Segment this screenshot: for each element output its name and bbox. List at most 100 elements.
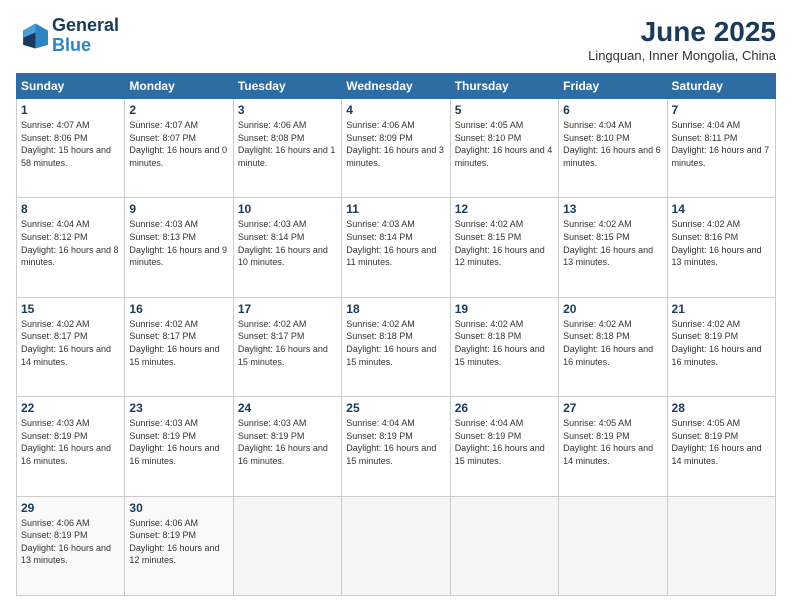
day-number: 10 [238, 202, 337, 216]
day-info: Sunrise: 4:02 AMSunset: 8:15 PMDaylight:… [563, 218, 662, 268]
day-number: 8 [21, 202, 120, 216]
day-cell-1: 1Sunrise: 4:07 AMSunset: 8:06 PMDaylight… [17, 99, 125, 198]
day-info: Sunrise: 4:02 AMSunset: 8:18 PMDaylight:… [563, 318, 662, 368]
day-info: Sunrise: 4:03 AMSunset: 8:19 PMDaylight:… [238, 417, 337, 467]
day-info: Sunrise: 4:02 AMSunset: 8:17 PMDaylight:… [21, 318, 120, 368]
day-number: 18 [346, 302, 445, 316]
week-row-4: 22 Sunrise: 4:03 AMSunset: 8:19 PMDayligh… [17, 397, 776, 496]
day-info: Sunrise: 4:02 AMSunset: 8:16 PMDaylight:… [672, 218, 771, 268]
day-number: 30 [129, 501, 228, 515]
day-cell-6: 6Sunrise: 4:04 AMSunset: 8:10 PMDaylight… [559, 99, 667, 198]
day-number: 27 [563, 401, 662, 415]
day-info: Sunrise: 4:05 AMSunset: 8:19 PMDaylight:… [563, 417, 662, 467]
day-cell-17: 17 Sunrise: 4:02 AMSunset: 8:17 PMDayligh… [233, 297, 341, 396]
day-info: Sunrise: 4:03 AMSunset: 8:14 PMDaylight:… [346, 218, 445, 268]
day-cell-23: 23Sunrise: 4:03 AMSunset: 8:19 PMDayligh… [125, 397, 233, 496]
day-number: 5 [455, 103, 554, 117]
day-number: 25 [346, 401, 445, 415]
day-info: Sunrise: 4:02 AMSunset: 8:19 PMDaylight:… [672, 318, 771, 368]
day-number: 15 [21, 302, 120, 316]
title-block: June 2025 Lingquan, Inner Mongolia, Chin… [588, 16, 776, 63]
day-cell-22: 22 Sunrise: 4:03 AMSunset: 8:19 PMDayligh… [17, 397, 125, 496]
day-info: Sunrise: 4:05 AMSunset: 8:19 PMDaylight:… [672, 417, 771, 467]
day-cell-29: 29 Sunrise: 4:06 AMSunset: 8:19 PMDayligh… [17, 496, 125, 595]
day-info: Sunrise: 4:07 AMSunset: 8:07 PMDaylight:… [129, 119, 228, 169]
day-cell-3: 3 Sunrise: 4:06 AMSunset: 8:08 PMDaylight… [233, 99, 341, 198]
day-cell-21: 21 Sunrise: 4:02 AMSunset: 8:19 PMDayligh… [667, 297, 775, 396]
day-number: 26 [455, 401, 554, 415]
empty-cell [450, 496, 558, 595]
day-info: Sunrise: 4:02 AMSunset: 8:17 PMDaylight:… [129, 318, 228, 368]
empty-cell [233, 496, 341, 595]
calendar-table: SundayMondayTuesdayWednesdayThursdayFrid… [16, 73, 776, 596]
day-number: 22 [21, 401, 120, 415]
day-cell-16: 16Sunrise: 4:02 AMSunset: 8:17 PMDayligh… [125, 297, 233, 396]
col-header-saturday: Saturday [667, 74, 775, 99]
day-cell-10: 10Sunrise: 4:03 AMSunset: 8:14 PMDayligh… [233, 198, 341, 297]
location-subtitle: Lingquan, Inner Mongolia, China [588, 48, 776, 63]
day-info: Sunrise: 4:03 AMSunset: 8:19 PMDaylight:… [129, 417, 228, 467]
day-number: 12 [455, 202, 554, 216]
day-cell-14: 14 Sunrise: 4:02 AMSunset: 8:16 PMDayligh… [667, 198, 775, 297]
day-number: 17 [238, 302, 337, 316]
empty-cell [559, 496, 667, 595]
day-info: Sunrise: 4:06 AMSunset: 8:19 PMDaylight:… [129, 517, 228, 567]
day-cell-5: 5 Sunrise: 4:05 AMSunset: 8:10 PMDaylight… [450, 99, 558, 198]
day-info: Sunrise: 4:04 AMSunset: 8:12 PMDaylight:… [21, 218, 120, 268]
day-cell-24: 24 Sunrise: 4:03 AMSunset: 8:19 PMDayligh… [233, 397, 341, 496]
day-info: Sunrise: 4:06 AMSunset: 8:08 PMDaylight:… [238, 119, 337, 169]
col-header-thursday: Thursday [450, 74, 558, 99]
day-info: Sunrise: 4:02 AMSunset: 8:15 PMDaylight:… [455, 218, 554, 268]
day-info: Sunrise: 4:02 AMSunset: 8:18 PMDaylight:… [455, 318, 554, 368]
day-info: Sunrise: 4:03 AMSunset: 8:13 PMDaylight:… [129, 218, 228, 268]
day-info: Sunrise: 4:06 AMSunset: 8:19 PMDaylight:… [21, 517, 120, 567]
day-number: 24 [238, 401, 337, 415]
day-number: 7 [672, 103, 771, 117]
day-number: 11 [346, 202, 445, 216]
day-info: Sunrise: 4:03 AMSunset: 8:19 PMDaylight:… [21, 417, 120, 467]
col-header-wednesday: Wednesday [342, 74, 450, 99]
day-number: 19 [455, 302, 554, 316]
page: General Blue June 2025 Lingquan, Inner M… [0, 0, 792, 612]
day-cell-25: 25 Sunrise: 4:04 AMSunset: 8:19 PMDayligh… [342, 397, 450, 496]
logo-text: General Blue [52, 16, 119, 56]
day-info: Sunrise: 4:06 AMSunset: 8:09 PMDaylight:… [346, 119, 445, 169]
day-info: Sunrise: 4:04 AMSunset: 8:19 PMDaylight:… [346, 417, 445, 467]
day-number: 6 [563, 103, 662, 117]
col-header-monday: Monday [125, 74, 233, 99]
day-number: 3 [238, 103, 337, 117]
day-number: 29 [21, 501, 120, 515]
day-cell-12: 12 Sunrise: 4:02 AMSunset: 8:15 PMDayligh… [450, 198, 558, 297]
col-header-friday: Friday [559, 74, 667, 99]
day-number: 14 [672, 202, 771, 216]
day-cell-4: 4 Sunrise: 4:06 AMSunset: 8:09 PMDaylight… [342, 99, 450, 198]
logo-icon [16, 20, 48, 52]
week-row-5: 29 Sunrise: 4:06 AMSunset: 8:19 PMDayligh… [17, 496, 776, 595]
month-title: June 2025 [588, 16, 776, 48]
day-cell-15: 15 Sunrise: 4:02 AMSunset: 8:17 PMDayligh… [17, 297, 125, 396]
day-number: 13 [563, 202, 662, 216]
day-info: Sunrise: 4:02 AMSunset: 8:17 PMDaylight:… [238, 318, 337, 368]
day-cell-9: 9 Sunrise: 4:03 AMSunset: 8:13 PMDaylight… [125, 198, 233, 297]
col-header-tuesday: Tuesday [233, 74, 341, 99]
day-number: 20 [563, 302, 662, 316]
day-info: Sunrise: 4:02 AMSunset: 8:18 PMDaylight:… [346, 318, 445, 368]
day-cell-28: 28Sunrise: 4:05 AMSunset: 8:19 PMDayligh… [667, 397, 775, 496]
day-number: 4 [346, 103, 445, 117]
day-cell-11: 11 Sunrise: 4:03 AMSunset: 8:14 PMDayligh… [342, 198, 450, 297]
week-row-3: 15 Sunrise: 4:02 AMSunset: 8:17 PMDayligh… [17, 297, 776, 396]
day-number: 1 [21, 103, 120, 117]
day-number: 9 [129, 202, 228, 216]
header: General Blue June 2025 Lingquan, Inner M… [16, 16, 776, 63]
day-cell-19: 19 Sunrise: 4:02 AMSunset: 8:18 PMDayligh… [450, 297, 558, 396]
day-number: 2 [129, 103, 228, 117]
logo: General Blue [16, 16, 119, 56]
week-row-2: 8 Sunrise: 4:04 AMSunset: 8:12 PMDaylight… [17, 198, 776, 297]
day-number: 21 [672, 302, 771, 316]
day-cell-20: 20 Sunrise: 4:02 AMSunset: 8:18 PMDayligh… [559, 297, 667, 396]
day-cell-27: 27 Sunrise: 4:05 AMSunset: 8:19 PMDayligh… [559, 397, 667, 496]
empty-cell [342, 496, 450, 595]
day-cell-13: 13 Sunrise: 4:02 AMSunset: 8:15 PMDayligh… [559, 198, 667, 297]
day-cell-26: 26Sunrise: 4:04 AMSunset: 8:19 PMDayligh… [450, 397, 558, 496]
day-info: Sunrise: 4:05 AMSunset: 8:10 PMDaylight:… [455, 119, 554, 169]
